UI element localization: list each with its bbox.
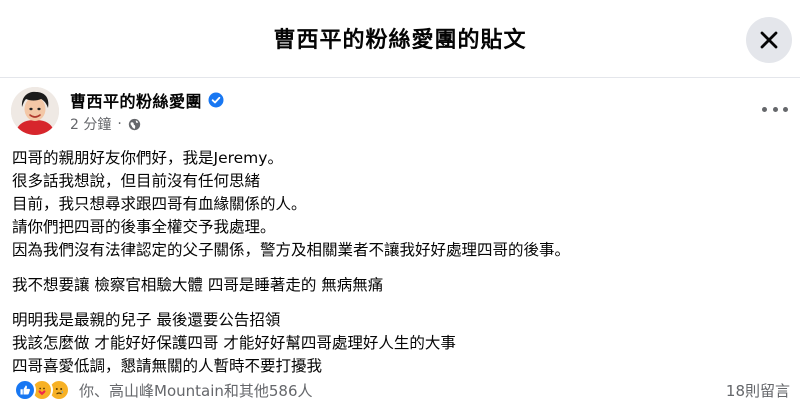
reaction-names[interactable]: 你、高山峰Mountain和其他586人: [79, 380, 313, 401]
post-line: 目前，我只想尋求跟四哥有血緣關係的人。: [12, 195, 307, 213]
meta-separator: ·: [117, 116, 122, 132]
post-paragraph: 明明我是最親的兒子 最後還要公告招領 我該怎麼做 才能好好保護四哥 才能好好幫四…: [12, 309, 792, 378]
globe-icon[interactable]: [128, 118, 141, 131]
page-avatar[interactable]: [11, 87, 59, 135]
post-meta: 2 分鐘 ·: [70, 114, 141, 134]
avatar-image: [11, 87, 59, 135]
more-dot: [772, 106, 778, 112]
post-body: 四哥的親朋好友你們好，我是Jeremy。 很多話我想說，但目前沒有任何思緒 目前…: [12, 147, 792, 390]
verified-badge-icon: [208, 92, 224, 108]
dialog-title: 曹西平的粉絲愛團的貼文: [273, 28, 527, 53]
dialog-header: 曹西平的粉絲愛團的貼文: [0, 0, 800, 78]
reaction-icons: [14, 379, 70, 401]
more-dot: [762, 106, 767, 112]
post-timestamp[interactable]: 2 分鐘: [70, 114, 111, 134]
post-line: 四哥的親朋好友你們好，我是Jeremy。: [12, 149, 283, 167]
more-dot: [783, 106, 788, 112]
post-line: 很多話我想說，但目前沒有任何思緒: [12, 172, 261, 190]
post-paragraph: 四哥的親朋好友你們好，我是Jeremy。 很多話我想說，但目前沒有任何思緒 目前…: [12, 147, 792, 262]
close-button[interactable]: [746, 17, 792, 63]
post-line: 請你們把四哥的後事全權交予我處理。: [12, 218, 276, 236]
page-name[interactable]: 曹西平的粉絲愛團: [70, 88, 202, 112]
comment-count[interactable]: 18則留言: [726, 380, 790, 401]
close-icon: [760, 31, 778, 49]
post-line: 四哥喜愛低調，懇請無關的人暫時不要打擾我: [12, 357, 323, 375]
post-paragraph: 我不想要讓 檢察官相驗大體 四哥是睡著走的 無病無痛: [12, 274, 792, 297]
more-options-button[interactable]: [762, 99, 788, 119]
page-name-row: 曹西平的粉絲愛團: [70, 88, 224, 112]
like-icon: [14, 379, 36, 401]
post-line: 因為我們沒有法律認定的父子關係，警方及相關業者不讓我好好處理四哥的後事。: [12, 241, 571, 259]
post-line: 我該怎麼做 才能好好保護四哥 才能好好幫四哥處理好人生的大事: [12, 334, 456, 352]
reactions-summary[interactable]: 你、高山峰Mountain和其他586人: [14, 377, 313, 403]
post-line: 我不想要讓 檢察官相驗大體 四哥是睡著走的 無病無痛: [12, 276, 384, 294]
post-line: 明明我是最親的兒子 最後還要公告招領: [12, 311, 281, 329]
